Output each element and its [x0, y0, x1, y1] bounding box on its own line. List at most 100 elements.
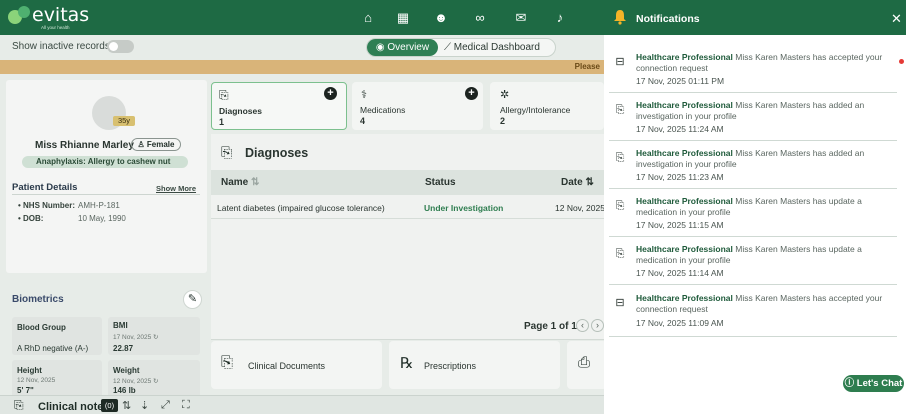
notification-divider [609, 284, 897, 285]
clinical-note-label: Clinical note [38, 401, 104, 413]
help-icon: ⓘ [844, 378, 855, 389]
note-icon: ⎘ [14, 398, 24, 412]
column-name-header[interactable]: Name ⇅ [221, 177, 259, 188]
pencil-icon: ✎ [187, 293, 198, 305]
column-date-header[interactable]: Date ⇅ [561, 177, 594, 188]
bmi-date: 17 Nov, 2025 ↻ [113, 334, 159, 341]
bell-icon [614, 10, 626, 25]
edit-biometrics-button[interactable]: ✎ [183, 290, 202, 309]
clipboard-icon: ⎘ [615, 248, 625, 260]
connection-icon: ⊟ [615, 56, 625, 68]
notification-text[interactable]: Healthcare Professional Miss Karen Maste… [636, 196, 896, 218]
notification-text[interactable]: Healthcare Professional Miss Karen Maste… [636, 52, 896, 74]
table-header [211, 170, 604, 195]
notifications-title: Notifications [636, 13, 700, 25]
allergy-badge: Anaphylaxis: Allergy to cashew nut [22, 156, 188, 168]
clinical-documents-label: Clinical Documents [248, 361, 326, 371]
notification-text[interactable]: Healthcare Professional Miss Karen Maste… [636, 244, 896, 266]
diagnosis-status: Under Investigation [424, 203, 504, 213]
clipboard-icon: ⎘ [219, 88, 229, 102]
bmi-value: 22.87 [113, 344, 134, 353]
height-date: 12 Nov, 2025 [17, 377, 56, 384]
clipboard-icon: ⎘ [615, 200, 625, 212]
notification-date: 17 Nov, 2025 01:11 PM [636, 76, 725, 86]
tile-medications-count: 4 [360, 116, 366, 126]
height-value: 5' 7" [17, 386, 34, 395]
show-more-link[interactable]: Show More [156, 184, 196, 193]
diagnosis-date: 12 Nov, 2025 [555, 203, 605, 213]
weight-date: 12 Nov, 2025 ↻ [113, 378, 159, 385]
prev-page-button[interactable]: ‹ [576, 319, 589, 332]
weight-value: 146 lb [113, 386, 136, 395]
next-page-button[interactable]: › [591, 319, 604, 332]
brand-tagline: All your health [41, 25, 70, 30]
calendar-icon[interactable]: ▦ [394, 9, 412, 27]
notification-text[interactable]: Healthcare Professional Miss Karen Maste… [636, 148, 896, 170]
details-divider [12, 194, 200, 195]
sort-icon: ⇅ [251, 177, 260, 188]
connection-icon: ⊟ [615, 297, 625, 309]
link-icon[interactable]: ∞ [471, 9, 489, 27]
age-badge: 35y [113, 116, 135, 126]
blood-group-value: A RhD negative (A-) [17, 344, 89, 353]
sort-desc-icon[interactable]: ⇣ [140, 399, 149, 412]
show-inactive-label: Show inactive records [12, 41, 110, 52]
height-label: Height [17, 366, 42, 375]
column-status-header[interactable]: Status [425, 177, 456, 188]
notification-divider [609, 236, 897, 237]
notification-divider [609, 140, 897, 141]
diagnoses-title: Diagnoses [245, 146, 309, 160]
unread-dot [899, 59, 904, 64]
tab-medical-dashboard[interactable]: ⟋ Medical Dashboard [444, 39, 554, 56]
notification-date: 17 Nov, 2025 11:15 AM [636, 220, 724, 230]
clipboard-icon: ⎘ [221, 144, 233, 160]
nhs-value: AMH-P-181 [78, 201, 120, 210]
notification-divider [609, 92, 897, 93]
pagination-label: Page 1 of 1 [524, 321, 577, 332]
fullscreen-icon[interactable]: ⛶ [182, 399, 190, 412]
history-icon: ↻ [153, 378, 159, 385]
bell-icon[interactable]: ♪ [551, 9, 569, 27]
people-icon[interactable]: ☻ [432, 9, 450, 27]
mail-icon[interactable]: ✉ [512, 9, 530, 27]
tab-overview[interactable]: ◉ Overview [367, 39, 438, 56]
notification-date: 17 Nov, 2025 11:23 AM [636, 172, 724, 182]
pills-icon: ⚕ [361, 89, 367, 101]
chat-label: Let's Chat [856, 378, 903, 389]
add-medication-button[interactable]: + [465, 87, 478, 100]
dob-value: 10 May, 1990 [78, 214, 126, 223]
notification-text[interactable]: Healthcare Professional Miss Karen Maste… [636, 100, 896, 122]
table-divider [211, 339, 604, 340]
document-search-icon: ⎙ [578, 354, 591, 371]
allergy-icon: ✲ [500, 89, 510, 101]
patient-name: Miss Rhianne Marley [35, 140, 134, 151]
notification-date: 17 Nov, 2025 11:09 AM [636, 318, 724, 328]
notification-date: 17 Nov, 2025 11:14 AM [636, 268, 724, 278]
show-inactive-toggle[interactable] [107, 40, 134, 53]
clipboard-icon: ⎘ [615, 104, 625, 116]
chart-icon: ⟋ [444, 42, 451, 53]
alert-text: Please [574, 62, 600, 71]
tab-dashboard-label: Medical Dashboard [453, 42, 540, 53]
expand-icon[interactable]: ⤢ [161, 399, 170, 412]
gender-badge: ♙ Female [131, 138, 181, 151]
prescriptions-label: Prescriptions [424, 361, 477, 371]
notification-text[interactable]: Healthcare Professional Miss Karen Maste… [636, 293, 896, 315]
notification-divider [609, 336, 897, 337]
diagnosis-name: Latent diabetes (impaired glucose tolera… [217, 203, 385, 213]
home-icon[interactable]: ⌂ [359, 9, 377, 27]
tile-allergy-count: 2 [500, 116, 506, 126]
alert-banner: Please [0, 60, 604, 74]
add-diagnosis-button[interactable]: + [324, 87, 337, 100]
lets-chat-button[interactable]: ⓘ Let's Chat [843, 375, 904, 392]
blood-group-label: Blood Group [17, 323, 66, 332]
tile-medications-label: Medications [360, 105, 406, 115]
weight-label: Weight [113, 366, 140, 375]
tile-diagnoses-label: Diagnoses [219, 106, 262, 116]
history-icon: ↻ [153, 334, 159, 341]
sort-icon[interactable]: ⇅ [122, 399, 131, 412]
app-logo[interactable]: evitas All your health [8, 4, 89, 32]
sort-icon: ⇅ [585, 177, 594, 188]
tab-overview-label: Overview [387, 42, 430, 53]
close-icon[interactable]: ✕ [891, 11, 902, 27]
